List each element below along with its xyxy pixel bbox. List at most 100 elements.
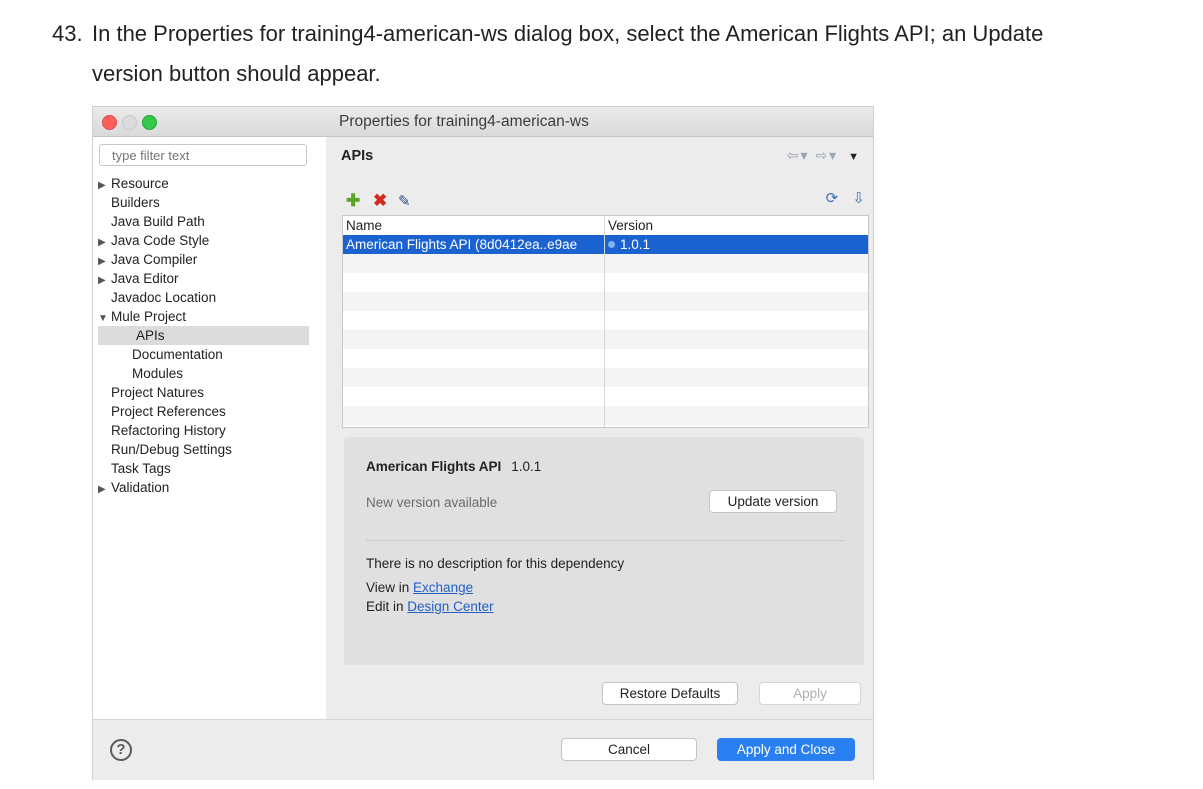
tree-item-label: APIs [136,328,165,343]
tree-item-refactoring-history[interactable]: Refactoring History [98,421,309,440]
view-menu-icon[interactable]: ▼ [848,151,861,163]
refresh-icon[interactable]: ⟳ [826,190,839,207]
view-in-exchange: View in Exchange [366,580,473,595]
edit-in-design-center: Edit in Design Center [366,599,494,614]
exchange-link[interactable]: Exchange [413,580,473,595]
tree-item-run-debug-settings[interactable]: Run/Debug Settings [98,440,309,459]
tree-item-label: Validation [111,480,170,495]
tree-item-builders[interactable]: Builders [98,193,309,212]
tree-item-mule-project[interactable]: ▼ Mule Project [98,307,309,326]
api-name-cell: American Flights API (8d0412ea..e9ae [346,237,578,252]
tree-item-label: Task Tags [111,461,171,476]
close-window-button[interactable] [102,115,117,130]
details-api-heading: American Flights API 1.0.1 [366,459,541,474]
sidebar: ▶ResourceBuildersJava Build Path▶Java Co… [93,137,326,719]
tree-item-label: Builders [111,195,160,210]
api-version-text: 1.0.1 [620,237,651,252]
delete-icon[interactable]: ✖ [373,191,387,210]
table-row-empty [343,273,868,292]
title-bar: Properties for training4-american-ws [93,107,873,137]
instruction-line-2: version button should appear. [92,61,381,86]
tree-item-documentation[interactable]: Documentation [98,345,309,364]
table-row-empty [343,311,868,330]
apply-and-close-button[interactable]: Apply and Close [717,738,855,761]
tree-item-javadoc-location[interactable]: Javadoc Location [98,288,309,307]
tree-item-java-editor[interactable]: ▶ Java Editor [98,269,309,288]
tree-item-project-references[interactable]: Project References [98,402,309,421]
tree-item-validation[interactable]: ▶ Validation [98,478,309,497]
dialog-footer: ? Cancel Apply and Close [93,719,873,780]
help-icon[interactable]: ? [110,739,132,761]
table-header: Name Version [343,216,868,235]
tree-item-project-natures[interactable]: Project Natures [98,383,309,402]
forward-arrow-icon[interactable]: ⇨▾ [815,147,838,163]
details-description: There is no description for this depende… [366,556,625,571]
tree-item-label: Refactoring History [111,423,226,438]
page-title: APIs [341,148,374,164]
tree-item-label: Java Code Style [111,233,210,248]
window-title: Properties for training4-american-ws [339,113,589,130]
tree-item-modules[interactable]: Modules [98,364,309,383]
table-row-empty [343,292,868,311]
tree-item-label: Mule Project [111,309,187,324]
instruction-text: 43. In the Properties for training4-ameri… [52,14,1172,94]
new-version-dot-icon [608,240,615,248]
tree-item-label: Javadoc Location [111,290,217,305]
tree-item-java-compiler[interactable]: ▶ Java Compiler [98,250,309,269]
tree-item-label: Java Build Path [111,214,205,229]
tree-item-label: Modules [132,366,184,381]
navigation-arrows: ⇦▾ ⇨▾ ▼ [787,147,861,164]
table-row-empty [343,254,868,273]
add-icon[interactable]: ✚ [346,191,360,210]
collapsed-arrow-icon[interactable]: ▶ [98,176,111,195]
update-version-button[interactable]: Update version [709,490,837,513]
minimize-window-button[interactable] [122,115,137,130]
details-api-version: 1.0.1 [511,459,542,474]
tree-item-apis[interactable]: APIs [98,326,309,345]
properties-tree: ▶ Resource Builders Java Build Path ▶ Java Co… [98,174,309,497]
step-number: 43. [52,21,83,46]
filter-input[interactable] [99,144,307,166]
expanded-arrow-icon[interactable]: ▼ [98,309,111,328]
tree-item-label: Java Editor [111,271,179,286]
collapsed-arrow-icon[interactable]: ▶ [98,480,111,499]
column-header-version[interactable]: Version [608,216,653,235]
column-divider[interactable] [604,216,605,427]
edit-prefix: Edit in [366,599,404,614]
main-panel: APIs ⇦▾ ⇨▾ ▼ ✚ ✖ ✎ ⟳ ⇩ Name Version Amer… [326,137,873,719]
update-all-icon[interactable]: ⇩ [852,190,865,207]
api-details-panel: American Flights API 1.0.1 New version av… [344,437,864,665]
tree-item-label: Resource [111,176,169,191]
tree-item-resource[interactable]: ▶ Resource [98,174,309,193]
collapsed-arrow-icon[interactable]: ▶ [98,271,111,290]
new-version-label: New version available [366,495,498,510]
apis-table: Name Version American Flights API (8d041… [342,215,869,428]
tree-item-java-code-style[interactable]: ▶ Java Code Style [98,231,309,250]
properties-dialog: Properties for training4-american-ws ▶Re… [93,107,873,780]
instruction-line-1: In the Properties for training4-american… [92,21,1044,46]
table-row-empty [343,387,868,406]
api-toolbar: ✚ ✖ ✎ [346,191,411,211]
table-row-empty [343,349,868,368]
apply-button[interactable]: Apply [759,682,861,705]
tree-item-label: Project References [111,404,226,419]
tree-item-label: Run/Debug Settings [111,442,232,457]
table-row-empty [343,368,868,387]
details-divider [366,540,844,541]
api-toolbar-right: ⟳ ⇩ [816,189,865,207]
details-api-name: American Flights API [366,459,502,474]
restore-defaults-button[interactable]: Restore Defaults [602,682,738,705]
zoom-window-button[interactable] [142,115,157,130]
tree-item-label: Java Compiler [111,252,198,267]
api-version-cell: 1.0.1 [608,235,650,254]
table-row[interactable]: American Flights API (8d0412ea..e9ae 1.0… [343,235,868,254]
view-prefix: View in [366,580,410,595]
edit-icon[interactable]: ✎ [398,193,411,210]
design-center-link[interactable]: Design Center [407,599,493,614]
tree-item-task-tags[interactable]: Task Tags [98,459,309,478]
tree-item-label: Project Natures [111,385,205,400]
back-arrow-icon[interactable]: ⇦▾ [787,147,810,163]
column-header-name[interactable]: Name [346,216,382,235]
cancel-button[interactable]: Cancel [561,738,697,761]
tree-item-java-build-path[interactable]: Java Build Path [98,212,309,231]
